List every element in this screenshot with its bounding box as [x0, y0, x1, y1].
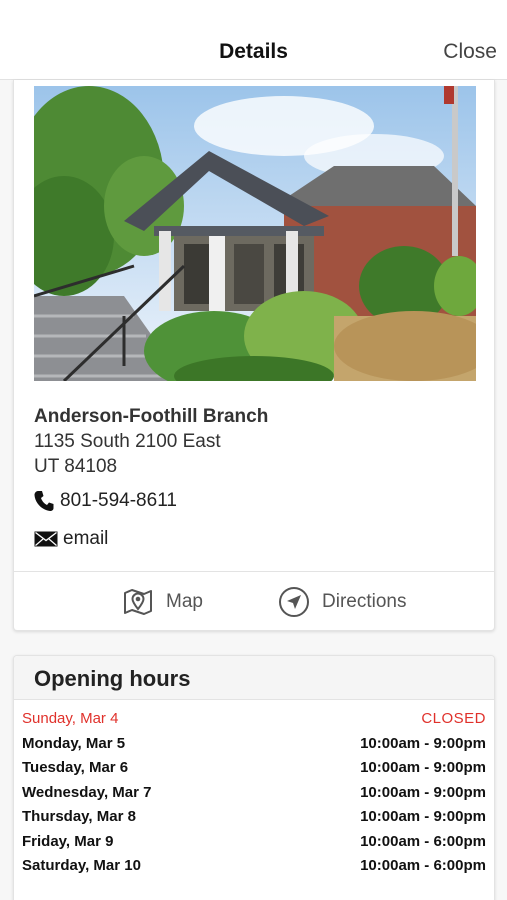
- hours-time: 10:00am - 9:00pm: [360, 734, 486, 752]
- branch-photo: [34, 86, 476, 381]
- branch-info-card: Anderson-Foothill Branch 1135 South 2100…: [13, 80, 495, 631]
- hours-row: Monday, Mar 5 10:00am - 9:00pm: [14, 733, 494, 758]
- map-pin-icon: [124, 589, 152, 615]
- hours-time: 10:00am - 6:00pm: [360, 857, 486, 874]
- map-label: Map: [166, 591, 203, 612]
- action-bar: Map Directions: [14, 571, 494, 630]
- opening-hours-card: Opening hours Sunday, Mar 4 CLOSED Monda…: [13, 655, 495, 900]
- email-label: email: [63, 528, 109, 549]
- hours-row: Friday, Mar 9 10:00am - 6:00pm: [14, 831, 494, 856]
- directions-button[interactable]: Directions: [278, 586, 406, 618]
- hours-time: 10:00am - 9:00pm: [360, 759, 486, 776]
- hours-day: Monday, Mar 5: [22, 734, 126, 752]
- hours-day: Friday, Mar 9: [22, 832, 114, 850]
- hours-time: 10:00am - 9:00pm: [360, 783, 486, 801]
- hours-row-today: Sunday, Mar 4 CLOSED: [14, 708, 494, 733]
- hours-row: Tuesday, Mar 6 10:00am - 9:00pm: [14, 757, 494, 782]
- hours-row: Thursday, Mar 8 10:00am - 9:00pm: [14, 806, 494, 831]
- hours-day: Saturday, Mar 10: [22, 857, 141, 874]
- closed-status: CLOSED: [421, 710, 486, 727]
- hours-day: Tuesday, Mar 6: [22, 759, 129, 776]
- branch-name: Anderson-Foothill Branch: [34, 406, 269, 427]
- hours-day: Wednesday, Mar 7: [22, 783, 152, 801]
- navigation-arrow-icon: [279, 587, 309, 617]
- address-line-2: UT 84108: [34, 456, 118, 477]
- envelope-icon: [34, 531, 58, 547]
- page-title: Details: [219, 40, 288, 63]
- opening-hours-title: Opening hours: [34, 666, 191, 691]
- hours-row: Wednesday, Mar 7 10:00am - 9:00pm: [14, 782, 494, 807]
- phone-link[interactable]: 801-594-8611: [34, 488, 177, 514]
- hours-time: 10:00am - 9:00pm: [360, 808, 486, 825]
- hours-list: Sunday, Mar 4 CLOSED Monday, Mar 5 10:00…: [14, 708, 494, 880]
- map-button[interactable]: Map: [122, 586, 203, 618]
- hours-day: Sunday, Mar 4: [22, 710, 119, 727]
- hours-day: Thursday, Mar 8: [22, 808, 136, 825]
- hours-row: Saturday, Mar 10 10:00am - 6:00pm: [14, 855, 494, 880]
- close-button[interactable]: Close: [443, 40, 497, 64]
- phone-number: 801-594-8611: [60, 490, 177, 511]
- hours-time: 10:00am - 6:00pm: [360, 832, 486, 850]
- email-link[interactable]: email: [34, 526, 108, 552]
- nav-bar: Details Close: [0, 0, 507, 80]
- address-line-1: 1135 South 2100 East: [34, 431, 221, 452]
- phone-icon: [34, 491, 54, 511]
- opening-hours-header: Opening hours: [14, 656, 494, 700]
- directions-label: Directions: [322, 591, 407, 612]
